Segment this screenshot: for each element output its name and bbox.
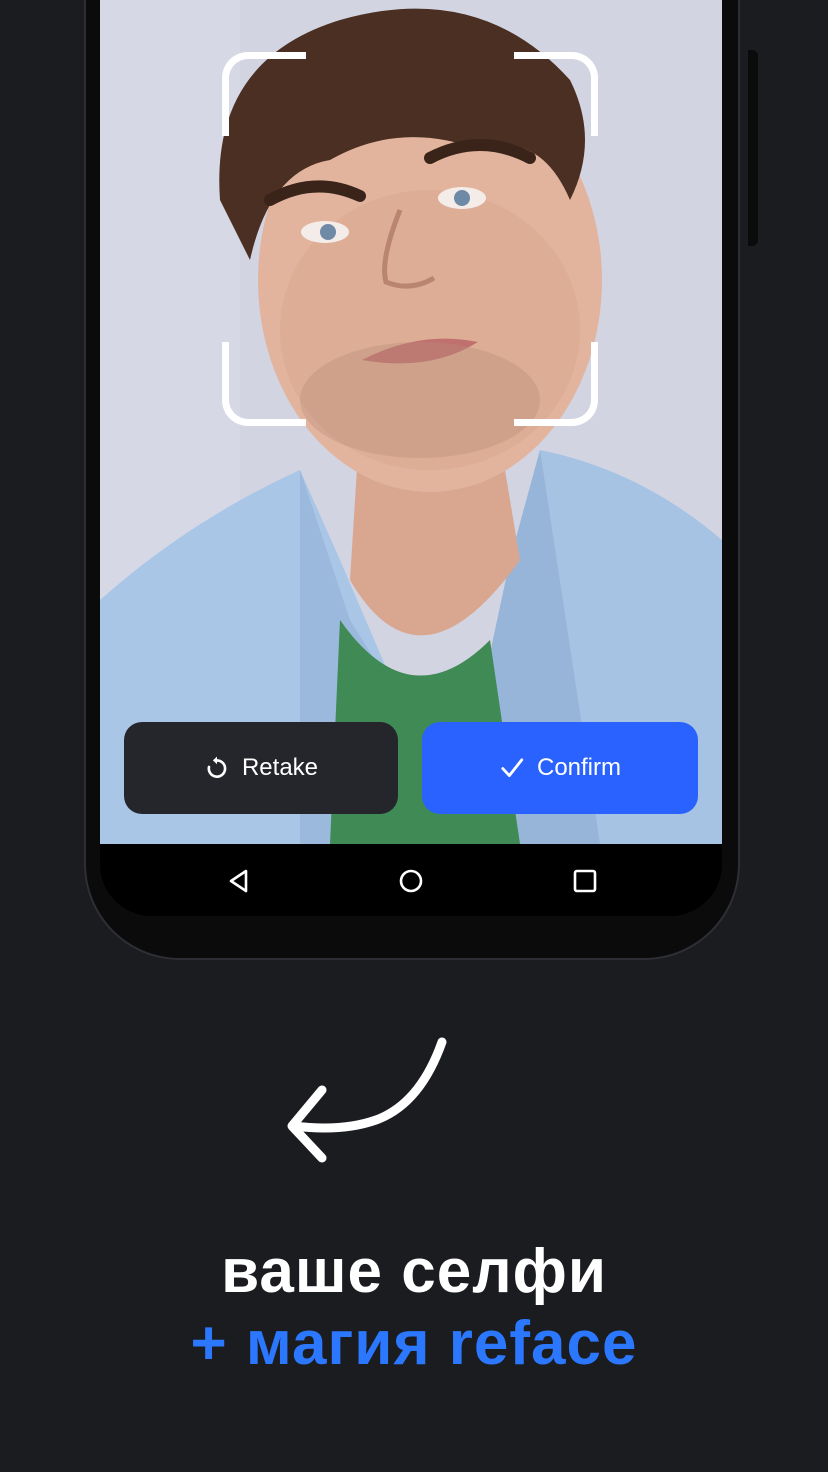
curved-arrow-icon <box>287 1037 447 1163</box>
face-frame-corner-bottom-right <box>514 342 598 426</box>
retake-button-label: Retake <box>241 754 319 781</box>
android-nav-bar <box>100 844 722 916</box>
check-icon <box>501 758 524 777</box>
promo-headline: ваше селфи <box>221 1237 607 1306</box>
selfie-photo <box>100 0 722 844</box>
face-frame-corner-bottom-left <box>222 342 306 426</box>
camera-preview: Retake Confirm <box>100 0 722 844</box>
recents-icon[interactable] <box>570 866 600 896</box>
face-frame-corner-top-left <box>222 52 306 136</box>
phone-screen: Retake Confirm <box>100 0 722 916</box>
confirm-button-label: Confirm <box>536 754 621 781</box>
home-icon[interactable] <box>396 866 426 896</box>
phone-side-button <box>748 50 758 246</box>
promo-tagline: + магия reface <box>190 1309 638 1378</box>
back-icon[interactable] <box>224 866 254 896</box>
retake-button[interactable]: Retake <box>124 722 398 814</box>
confirm-button[interactable]: Confirm <box>422 722 698 814</box>
face-frame-corner-top-right <box>514 52 598 136</box>
retake-icon <box>207 756 227 778</box>
